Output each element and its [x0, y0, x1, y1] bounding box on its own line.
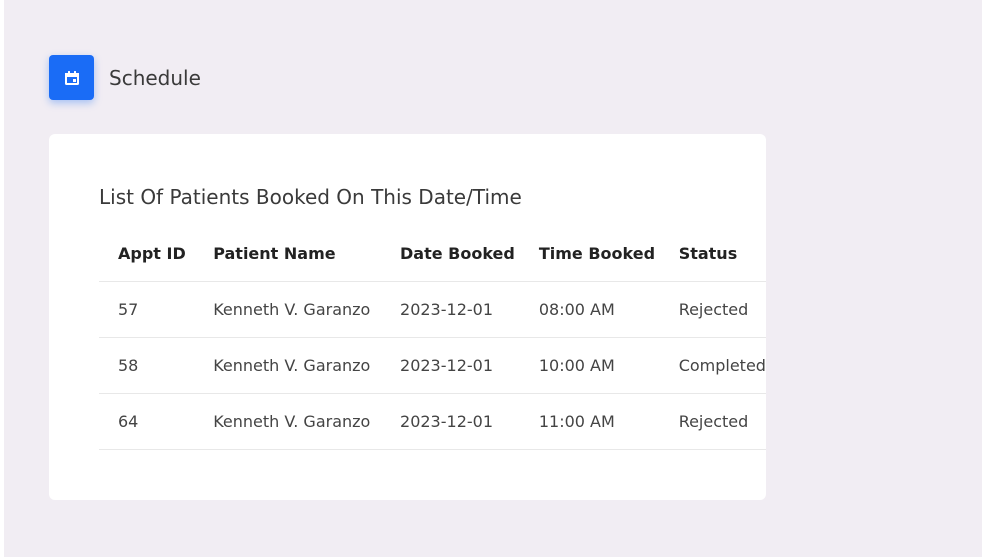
table-row: 64 Kenneth V. Garanzo 2023-12-01 11:00 A…: [99, 393, 766, 450]
table-row: 57 Kenneth V. Garanzo 2023-12-01 08:00 A…: [99, 281, 766, 338]
appt-id-cell: 64: [99, 393, 214, 450]
patient-name-cell: Kenneth V. Garanzo: [213, 281, 401, 338]
page-title: Schedule: [109, 65, 201, 90]
time-booked-cell: 11:00 AM: [538, 393, 679, 450]
table-row: 58 Kenneth V. Garanzo 2023-12-01 10:00 A…: [99, 337, 766, 394]
column-header-appt-id: Appt ID: [99, 226, 214, 282]
page-header: Schedule: [49, 55, 201, 100]
date-booked-cell: 2023-12-01: [400, 281, 539, 338]
appt-id-cell: 58: [99, 337, 214, 394]
patient-name-cell: Kenneth V. Garanzo: [213, 337, 401, 394]
status-cell: Completed: [678, 337, 766, 394]
appointments-card: List Of Patients Booked On This Date/Tim…: [49, 134, 766, 500]
date-booked-cell: 2023-12-01: [400, 337, 539, 394]
time-booked-cell: 10:00 AM: [538, 337, 679, 394]
patient-name-cell: Kenneth V. Garanzo: [213, 393, 401, 450]
status-cell: Rejected: [678, 281, 766, 338]
time-booked-cell: 08:00 AM: [538, 281, 679, 338]
status-cell: Rejected: [678, 393, 766, 450]
column-header-patient-name: Patient Name: [213, 226, 401, 282]
appointments-table: Appt ID Patient Name Date Booked Time Bo…: [99, 226, 766, 450]
appt-id-cell: 57: [99, 281, 214, 338]
card-title: List Of Patients Booked On This Date/Tim…: [99, 185, 522, 209]
column-header-status: Status: [678, 226, 766, 282]
calendar-icon: [49, 55, 94, 100]
date-booked-cell: 2023-12-01: [400, 393, 539, 450]
table-header-row: Appt ID Patient Name Date Booked Time Bo…: [99, 226, 766, 282]
column-header-date-booked: Date Booked: [400, 226, 539, 282]
column-header-time-booked: Time Booked: [538, 226, 679, 282]
page-background: Schedule List Of Patients Booked On This…: [4, 0, 982, 557]
